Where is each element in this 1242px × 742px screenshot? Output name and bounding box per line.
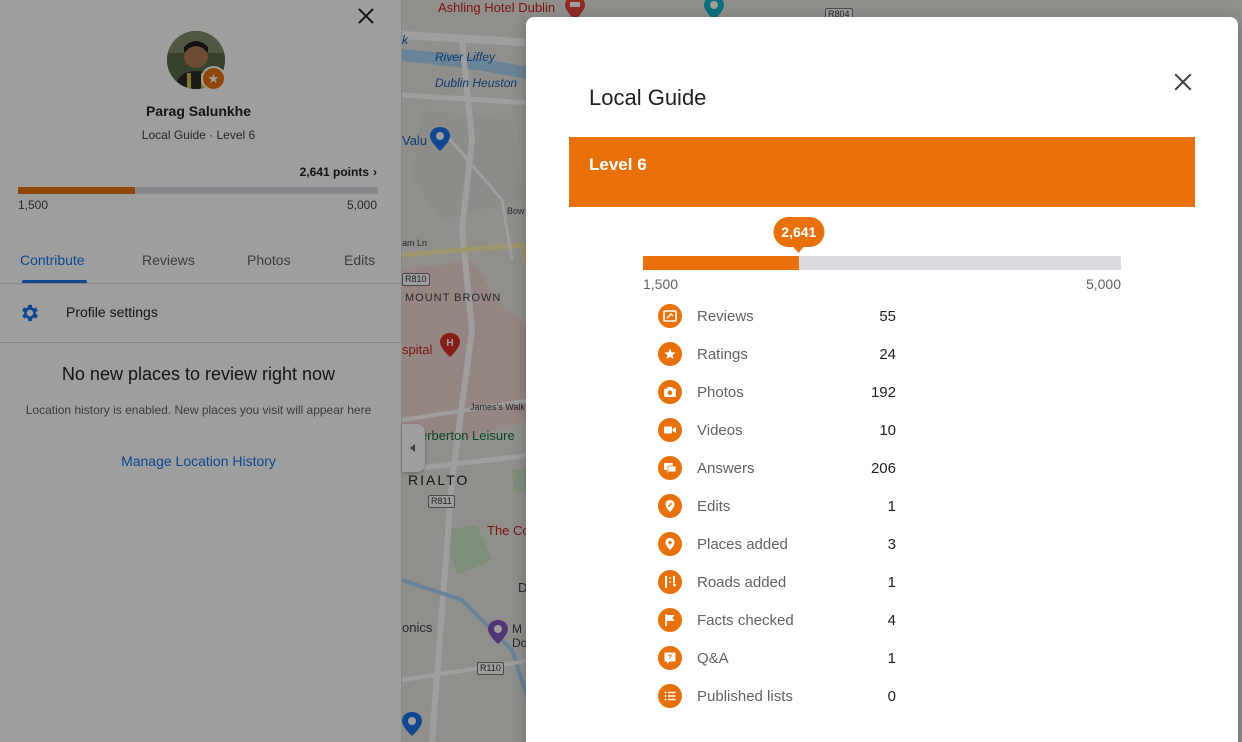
stat-row: Photos 192 [658,379,898,417]
stat-label: Facts checked [697,612,794,629]
stat-label: Edits [697,498,731,515]
star-icon [658,342,682,366]
stat-row: Roads added 1 [658,569,898,607]
stat-row: Facts checked 4 [658,607,898,645]
dialog-title: Local Guide [589,85,707,110]
stat-value: 192 [870,384,896,401]
add-place-icon [658,532,682,556]
road-icon [658,570,682,594]
stat-label: Published lists [697,688,793,705]
level-banner: Level 6 [569,137,1195,207]
stat-label: Places added [697,536,788,553]
stat-row: Published lists 0 [658,683,898,721]
stat-label: Photos [697,384,744,401]
svg-text:?: ? [668,655,672,662]
stat-value: 1 [887,574,896,591]
stat-label: Reviews [697,308,754,325]
stat-label: Answers [697,460,755,477]
stat-label: Roads added [697,574,787,591]
stat-value: 1 [887,650,896,667]
stat-value: 0 [887,688,896,705]
stat-value: 1 [887,498,896,515]
level-progress-bar [643,256,1121,270]
close-dialog-button[interactable] [1170,69,1196,95]
level-progress-min: 1,500 [643,276,679,292]
stat-value: 4 [887,612,896,629]
stat-row: Ratings 24 [658,341,898,379]
stat-label: Ratings [697,346,748,363]
stat-label: Videos [697,422,743,439]
contribution-stats-list: Reviews 55 Ratings 24 Photos 192 Videos 10 Answe… [658,303,898,721]
stat-row: Videos 10 [658,417,898,455]
stat-value: 206 [870,460,896,477]
edit-pin-icon [658,494,682,518]
points-bubble: 2,641 [773,217,825,247]
review-icon [658,304,682,328]
local-guide-dialog: Local Guide Level 6 2,641 1,500 5,000 Re… [526,17,1238,742]
stat-row: Answers 206 [658,455,898,493]
level-progress-fill [643,256,799,270]
video-icon [658,418,682,442]
list-icon [658,684,682,708]
stat-row: Places added 3 [658,531,898,569]
camera-icon [658,380,682,404]
stat-row: ? Q&A 1 [658,645,898,683]
stat-value: 55 [879,308,896,325]
level-label: Level 6 [589,155,647,174]
stat-row: Edits 1 [658,493,898,531]
flag-icon [658,608,682,632]
level-progress-max: 5,000 [1085,276,1121,292]
qa-icon: ? [658,646,682,670]
stat-row: Reviews 55 [658,303,898,341]
stat-value: 24 [879,346,896,363]
stat-value: 3 [887,536,896,553]
stat-label: Q&A [697,650,729,667]
stat-value: 10 [879,422,896,439]
answers-icon [658,456,682,480]
